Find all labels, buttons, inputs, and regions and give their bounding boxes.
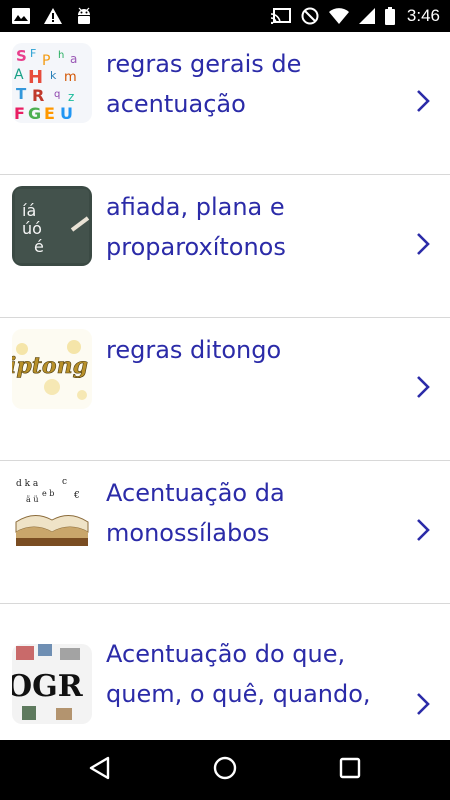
list-item[interactable]: d k a c e b € ä ü Acentuação da monossíl…	[0, 461, 450, 604]
svg-text:U: U	[60, 104, 73, 123]
svg-text:e b: e b	[42, 489, 54, 498]
clock: 3:46	[406, 6, 440, 25]
signal-icon	[358, 8, 375, 24]
item-title: regras ditongo	[106, 336, 282, 364]
svg-text:m: m	[64, 70, 77, 85]
battery-icon	[384, 7, 395, 25]
svg-text:a: a	[70, 52, 77, 66]
wifi-icon	[328, 8, 349, 24]
ogr-text: OGR	[12, 669, 84, 704]
svg-text:G: G	[28, 104, 41, 123]
svg-text:F: F	[30, 47, 36, 60]
book-thumbnail: d k a c e b € ä ü	[12, 472, 92, 552]
svg-text:z: z	[68, 90, 74, 104]
list-item[interactable]: íá úó é afiada, plana e proparoxítonos	[0, 175, 450, 318]
chevron-right-icon	[416, 232, 430, 260]
cast-icon	[270, 8, 291, 24]
svg-text:A: A	[14, 67, 24, 83]
chalk-line-1: íá	[22, 201, 36, 220]
svg-text:E: E	[44, 104, 55, 123]
home-button[interactable]	[185, 740, 265, 800]
item-title: Acentuação da monossílabos	[106, 479, 285, 547]
svg-text:€: €	[73, 491, 80, 501]
list-item[interactable]: S F P h a A H k m T R q z F G E U regras…	[0, 32, 450, 175]
status-bar: 3:46	[0, 0, 450, 32]
topic-list: S F P h a A H k m T R q z F G E U regras…	[0, 32, 450, 740]
ogr-thumbnail: OGR	[12, 644, 92, 724]
chalk-line-2: úó	[22, 219, 42, 238]
svg-text:q: q	[54, 89, 60, 100]
svg-text:P: P	[42, 53, 50, 69]
svg-text:h: h	[58, 50, 64, 61]
letters-thumbnail: S F P h a A H k m T R q z F G E U	[12, 43, 92, 123]
svg-text:c: c	[62, 477, 67, 487]
svg-text:H: H	[28, 67, 43, 88]
svg-text:T: T	[16, 85, 27, 103]
svg-text:k: k	[50, 69, 57, 82]
do-not-disturb-icon	[301, 7, 319, 25]
item-title: Acentuação do que, quem, o quê, quando,	[106, 640, 371, 708]
chalk-line-3: é	[34, 237, 44, 256]
svg-text:ä ü: ä ü	[26, 495, 38, 504]
item-title: afiada, plana e proparoxítonos	[106, 193, 286, 261]
chalkboard-thumbnail: íá úó é	[12, 186, 92, 266]
ditongo-text: iptong	[12, 353, 88, 379]
list-item[interactable]: OGR Acentuação do que, quem, o quê, quan…	[0, 604, 450, 740]
svg-text:d k a: d k a	[16, 479, 39, 489]
chevron-right-icon	[416, 375, 430, 403]
chevron-right-icon	[416, 692, 430, 720]
recents-button[interactable]	[310, 740, 390, 800]
chevron-right-icon	[416, 89, 430, 117]
chevron-right-icon	[416, 518, 430, 546]
svg-text:S: S	[16, 47, 27, 65]
item-title: regras gerais de acentuação	[106, 50, 302, 118]
list-item[interactable]: iptong regras ditongo	[0, 318, 450, 461]
image-icon	[12, 8, 30, 24]
ditongo-thumbnail: iptong	[12, 329, 92, 409]
svg-text:R: R	[32, 86, 44, 105]
svg-text:F: F	[14, 104, 25, 123]
navigation-bar	[0, 740, 450, 800]
android-icon	[76, 7, 92, 25]
recents-icon	[339, 757, 361, 783]
back-icon	[89, 756, 111, 784]
home-icon	[213, 756, 237, 784]
back-button[interactable]	[60, 740, 140, 800]
warning-icon	[44, 8, 62, 24]
